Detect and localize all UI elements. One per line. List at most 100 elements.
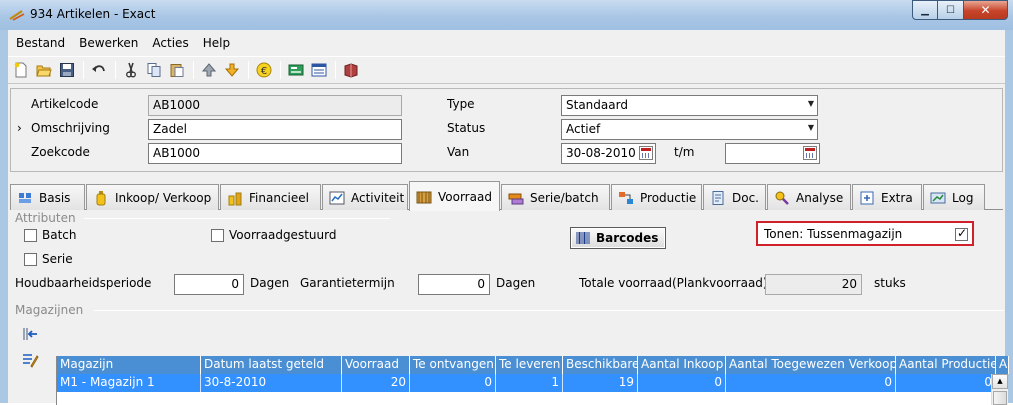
barcodes-label: Barcodes xyxy=(596,231,659,245)
artikelcode-label: Artikelcode xyxy=(31,97,99,111)
client-area: Bestand Bewerken Acties Help € Artikelco… xyxy=(8,30,1009,405)
omschrijving-field[interactable]: Zadel xyxy=(148,119,402,140)
open-folder-icon[interactable] xyxy=(35,61,53,79)
column-header[interactable]: Datum laatst geteld xyxy=(201,356,342,374)
title-bar[interactable]: 934 Artikelen - Exact ▁ ☐ ✕ xyxy=(0,0,1013,30)
type-dropdown[interactable]: Standaard ▼ xyxy=(561,95,818,116)
voorraadgestuurd-label: Voorraadgestuurd xyxy=(229,228,337,242)
column-header[interactable]: Aantal Productie xyxy=(896,356,996,374)
attributen-divider xyxy=(84,218,390,219)
new-icon[interactable] xyxy=(12,61,30,79)
coins-icon xyxy=(227,190,243,206)
tonen-checkbox[interactable] xyxy=(955,226,968,241)
tab-basis[interactable]: Basis xyxy=(10,184,85,210)
tab-financieel[interactable]: Financieel xyxy=(220,184,321,210)
minimize-button[interactable]: ▁ xyxy=(912,0,938,20)
tab-label: Analyse xyxy=(796,190,844,205)
book-icon[interactable] xyxy=(342,61,360,79)
tab-doc[interactable]: Doc. xyxy=(703,184,766,210)
garantie-field[interactable]: 0 xyxy=(418,274,490,295)
tab-extra[interactable]: Extra xyxy=(852,184,922,210)
tab-serie-batch[interactable]: Serie/batch xyxy=(501,184,610,210)
maximize-button[interactable]: ☐ xyxy=(938,0,964,20)
tab-label: Inkoop/ Verkoop xyxy=(115,190,212,205)
column-header[interactable]: Aantal Inkoop xyxy=(638,356,726,374)
basis-icon xyxy=(17,190,33,206)
tm-date-field[interactable] xyxy=(725,143,820,164)
barcode-icon xyxy=(576,232,590,244)
garantie-label: Garantietermijn xyxy=(300,276,395,290)
tab-strip: Basis Inkoop/ Verkoop Financieel Activit… xyxy=(10,181,1003,211)
list-icon[interactable] xyxy=(310,61,328,79)
import-icon[interactable] xyxy=(21,325,39,343)
van-date-field[interactable]: 30-08-2010 xyxy=(561,143,656,164)
scroll-up-icon[interactable]: ▲ xyxy=(992,374,1008,389)
chevron-down-icon[interactable]: ▼ xyxy=(808,123,814,132)
calendar-icon[interactable] xyxy=(803,146,817,160)
app-window: 934 Artikelen - Exact ▁ ☐ ✕ Bestand Bewe… xyxy=(0,0,1013,405)
save-icon[interactable] xyxy=(58,61,76,79)
menu-acties[interactable]: Acties xyxy=(152,36,188,50)
app-logo-icon xyxy=(9,10,25,21)
toolbar-separator xyxy=(193,61,194,79)
down-icon[interactable] xyxy=(223,61,241,79)
grid-header: Magazijn Datum laatst geteld Voorraad Te… xyxy=(57,356,1009,374)
voorraadgestuurd-checkbox[interactable] xyxy=(211,229,224,242)
calendar-icon[interactable] xyxy=(639,146,653,160)
tab-label: Voorraad xyxy=(438,189,492,204)
artikelcode-field[interactable]: AB1000 xyxy=(148,95,402,116)
barcodes-button[interactable]: Barcodes xyxy=(570,227,666,249)
analysis-icon xyxy=(774,190,790,206)
undo-icon[interactable] xyxy=(90,61,108,79)
zoekcode-field[interactable]: AB1000 xyxy=(148,143,402,164)
euro-icon[interactable]: € xyxy=(255,61,273,79)
chevron-down-icon[interactable]: ▼ xyxy=(808,99,814,108)
column-header[interactable]: Te ontvangen xyxy=(410,356,496,374)
tab-log[interactable]: Log xyxy=(923,184,985,210)
column-header[interactable]: Magazijn xyxy=(57,356,201,374)
menu-bestand[interactable]: Bestand xyxy=(16,36,65,50)
table-row[interactable]: M1 - Magazijn 1 30-8-2010 20 0 1 19 0 0 … xyxy=(57,374,996,392)
column-header[interactable]: A xyxy=(996,356,1009,374)
tm-label: t/m xyxy=(674,145,695,159)
houdbaarheid-field[interactable]: 0 xyxy=(174,274,244,295)
type-value: Standaard xyxy=(566,98,628,112)
tab-inkoop-verkoop[interactable]: Inkoop/ Verkoop xyxy=(86,184,219,210)
column-header[interactable]: Te leveren xyxy=(496,356,563,374)
magazijnen-title: Magazijnen xyxy=(15,303,84,317)
edit-list-icon[interactable] xyxy=(21,351,39,369)
close-button[interactable]: ✕ xyxy=(964,0,1008,20)
stock-icon xyxy=(416,189,432,205)
tab-activiteit[interactable]: Activiteit xyxy=(322,184,408,210)
tab-voorraad[interactable]: Voorraad xyxy=(409,181,500,211)
copy-icon[interactable] xyxy=(145,61,163,79)
batch-icon xyxy=(508,190,524,206)
tab-productie[interactable]: Productie xyxy=(611,184,702,210)
cut-icon[interactable] xyxy=(122,61,140,79)
omschrijving-label: Omschrijving xyxy=(31,121,110,135)
column-header[interactable]: Beschikbare xyxy=(563,356,638,374)
tab-label: Extra xyxy=(881,190,913,205)
paste-icon[interactable] xyxy=(168,61,186,79)
menu-bewerken[interactable]: Bewerken xyxy=(79,36,138,50)
extra-icon xyxy=(859,190,875,206)
column-header[interactable]: Aantal Toegewezen Verkoop xyxy=(726,356,896,374)
zoekcode-label: Zoekcode xyxy=(31,145,90,159)
column-header[interactable]: Voorraad xyxy=(342,356,410,374)
tab-label: Log xyxy=(952,190,974,205)
card-icon[interactable] xyxy=(287,61,305,79)
houdbaarheid-unit: Dagen xyxy=(250,276,290,290)
status-dropdown[interactable]: Actief ▼ xyxy=(561,119,818,140)
tab-analyse[interactable]: Analyse xyxy=(767,184,851,210)
menu-help[interactable]: Help xyxy=(203,36,230,50)
article-header: Artikelcode AB1000 › Omschrijving Zadel … xyxy=(10,88,1003,172)
serie-checkbox[interactable] xyxy=(24,253,37,266)
toolbar-separator xyxy=(280,61,281,79)
cell-aantal-toegewezen-verkoop: 0 xyxy=(726,374,896,392)
omschrijving-marker: › xyxy=(17,121,22,135)
batch-checkbox[interactable] xyxy=(24,229,37,242)
up-icon[interactable] xyxy=(200,61,218,79)
activity-icon xyxy=(329,190,345,206)
grid-scrollbar[interactable]: ▲ xyxy=(991,374,1008,405)
log-icon xyxy=(930,190,946,206)
